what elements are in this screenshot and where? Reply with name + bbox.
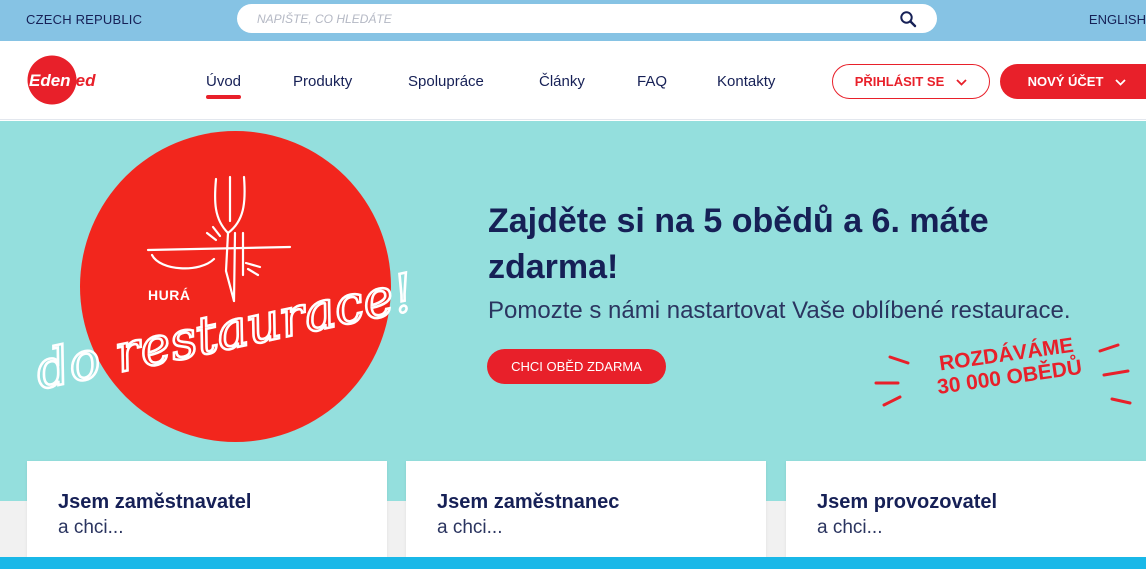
edenred-logo[interactable]: Eden red	[27, 55, 110, 105]
nav-item-faq[interactable]: FAQ	[637, 73, 667, 90]
hero-illustration: do restaurace!	[29, 175, 421, 403]
login-button-label: PŘIHLÁSIT SE	[854, 74, 945, 89]
svg-text:Eden: Eden	[29, 71, 71, 90]
bottom-strip	[0, 557, 1146, 569]
search-box	[237, 4, 937, 33]
chevron-down-icon	[1115, 74, 1127, 89]
card-subtitle: a chci...	[58, 517, 124, 538]
card-employer[interactable]: Jsem zaměstnavatel a chci...	[27, 461, 387, 557]
nav-item-clanky[interactable]: Články	[539, 73, 585, 90]
main-navigation: Eden red Úvod Produkty Spolupráce Články…	[0, 41, 1146, 120]
nav-item-produkty[interactable]: Produkty	[293, 73, 352, 90]
search-input[interactable]	[257, 9, 877, 28]
card-title: Jsem provozovatel	[817, 491, 998, 513]
nav-item-spoluprace[interactable]: Spolupráce	[408, 73, 484, 90]
card-subtitle: a chci...	[437, 517, 503, 538]
language-switch[interactable]: ENGLISH	[1089, 12, 1146, 27]
card-employee[interactable]: Jsem zaměstnanec a chci...	[406, 461, 766, 557]
search-icon[interactable]	[899, 10, 917, 28]
hero-title: Zajděte si na 5 obědů a 6. máte zdarma!	[488, 202, 989, 286]
svg-text:red: red	[69, 71, 96, 90]
login-button[interactable]: PŘIHLÁSIT SE	[832, 64, 990, 99]
giveaway-badge: ROZDÁVÁME 30 000 OBĚDŮ	[868, 334, 1146, 413]
hero-subtitle: Pomozte s námi nastartovat Vaše oblíbené…	[488, 297, 1071, 324]
card-title: Jsem zaměstnanec	[437, 491, 620, 513]
chevron-down-icon	[956, 74, 967, 89]
nav-item-kontakty[interactable]: Kontakty	[717, 73, 775, 90]
plate-icon	[146, 225, 292, 277]
new-account-button[interactable]: NOVÝ ÚČET	[1000, 64, 1146, 99]
script-lettering: do restaurace!	[30, 263, 420, 402]
card-title: Jsem zaměstnavatel	[58, 491, 252, 513]
card-subtitle: a chci...	[817, 517, 883, 538]
nav-item-uvod[interactable]: Úvod	[206, 73, 242, 99]
hero-banner: do restaurace! HURÁ Zajděte si na 5 oběd…	[0, 121, 1146, 501]
top-utility-bar: CZECH REPUBLIC ENGLISH	[0, 0, 1146, 41]
hura-label: HURÁ	[148, 287, 191, 303]
fork-icon	[213, 175, 246, 303]
new-account-button-label: NOVÝ ÚČET	[1027, 74, 1104, 89]
free-lunch-button[interactable]: CHCI OBĚD ZDARMA	[487, 349, 666, 384]
country-selector[interactable]: CZECH REPUBLIC	[26, 12, 142, 27]
card-operator[interactable]: Jsem provozovatel a chci...	[786, 461, 1146, 557]
